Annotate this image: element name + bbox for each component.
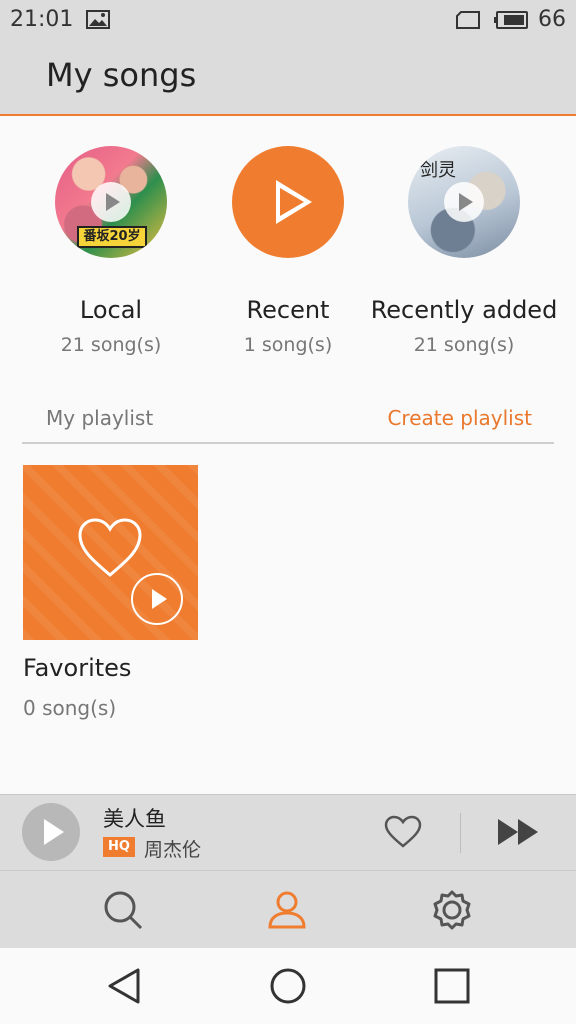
mini-player-play-button[interactable] <box>22 803 80 861</box>
category-count: 1 song(s) <box>243 334 333 356</box>
playlist-item-favorites[interactable]: Favorites 0 song(s) <box>23 465 199 720</box>
gear-icon[interactable] <box>431 889 473 931</box>
now-playing-artist: 周杰伦 <box>144 839 202 861</box>
person-icon[interactable] <box>266 889 308 931</box>
recently-added-cover-art[interactable]: 剑灵 <box>408 146 520 258</box>
home-icon[interactable] <box>268 966 308 1006</box>
mini-player[interactable]: 美人鱼 HQ 周杰伦 <box>0 794 576 870</box>
category-recently-added[interactable]: 剑灵 Recently added 21 song(s) <box>364 146 564 356</box>
category-recent[interactable]: Recent 1 song(s) <box>188 146 388 356</box>
bottom-navigation <box>0 870 576 948</box>
divider <box>460 813 461 853</box>
recents-icon[interactable] <box>432 966 472 1006</box>
category-name: Recently added <box>370 296 558 324</box>
search-icon[interactable] <box>102 889 144 931</box>
category-local[interactable]: 番坂20岁 Local 21 song(s) <box>11 146 211 356</box>
back-icon[interactable] <box>104 966 144 1006</box>
now-playing-title: 美人鱼 <box>103 807 166 831</box>
category-count: 21 song(s) <box>60 334 162 356</box>
play-icon[interactable] <box>444 182 484 222</box>
quality-badge: HQ <box>103 837 135 857</box>
play-icon[interactable] <box>131 573 183 625</box>
favorites-cover-art[interactable] <box>23 465 198 640</box>
system-navigation <box>0 948 576 1024</box>
sim-card-icon <box>456 11 480 29</box>
create-playlist-button[interactable]: Create playlist <box>387 406 532 430</box>
category-name: Recent <box>246 296 330 324</box>
image-notification-icon <box>86 10 110 29</box>
playlist-count: 0 song(s) <box>23 696 117 720</box>
play-icon[interactable] <box>91 182 131 222</box>
favorite-heart-icon[interactable] <box>384 815 422 849</box>
battery-level: 66 <box>538 7 566 32</box>
cover-badge-text: 番坂20岁 <box>77 226 147 248</box>
status-bar: 21:01 66 <box>0 0 576 40</box>
battery-icon <box>494 11 528 29</box>
page-title: My songs <box>46 56 197 94</box>
heart-icon <box>78 518 142 577</box>
cover-logo-text: 剑灵 <box>420 160 456 181</box>
app-header: My songs <box>0 40 576 116</box>
category-name: Local <box>79 296 143 324</box>
playlist-section-title: My playlist <box>46 406 154 430</box>
recent-cover-art[interactable] <box>232 146 344 258</box>
next-track-icon[interactable] <box>496 817 542 847</box>
playlist-name: Favorites <box>23 654 132 682</box>
status-time: 21:01 <box>10 7 74 32</box>
local-cover-art[interactable]: 番坂20岁 <box>55 146 167 258</box>
playlist-header: My playlist Create playlist <box>22 404 554 444</box>
category-count: 21 song(s) <box>413 334 515 356</box>
